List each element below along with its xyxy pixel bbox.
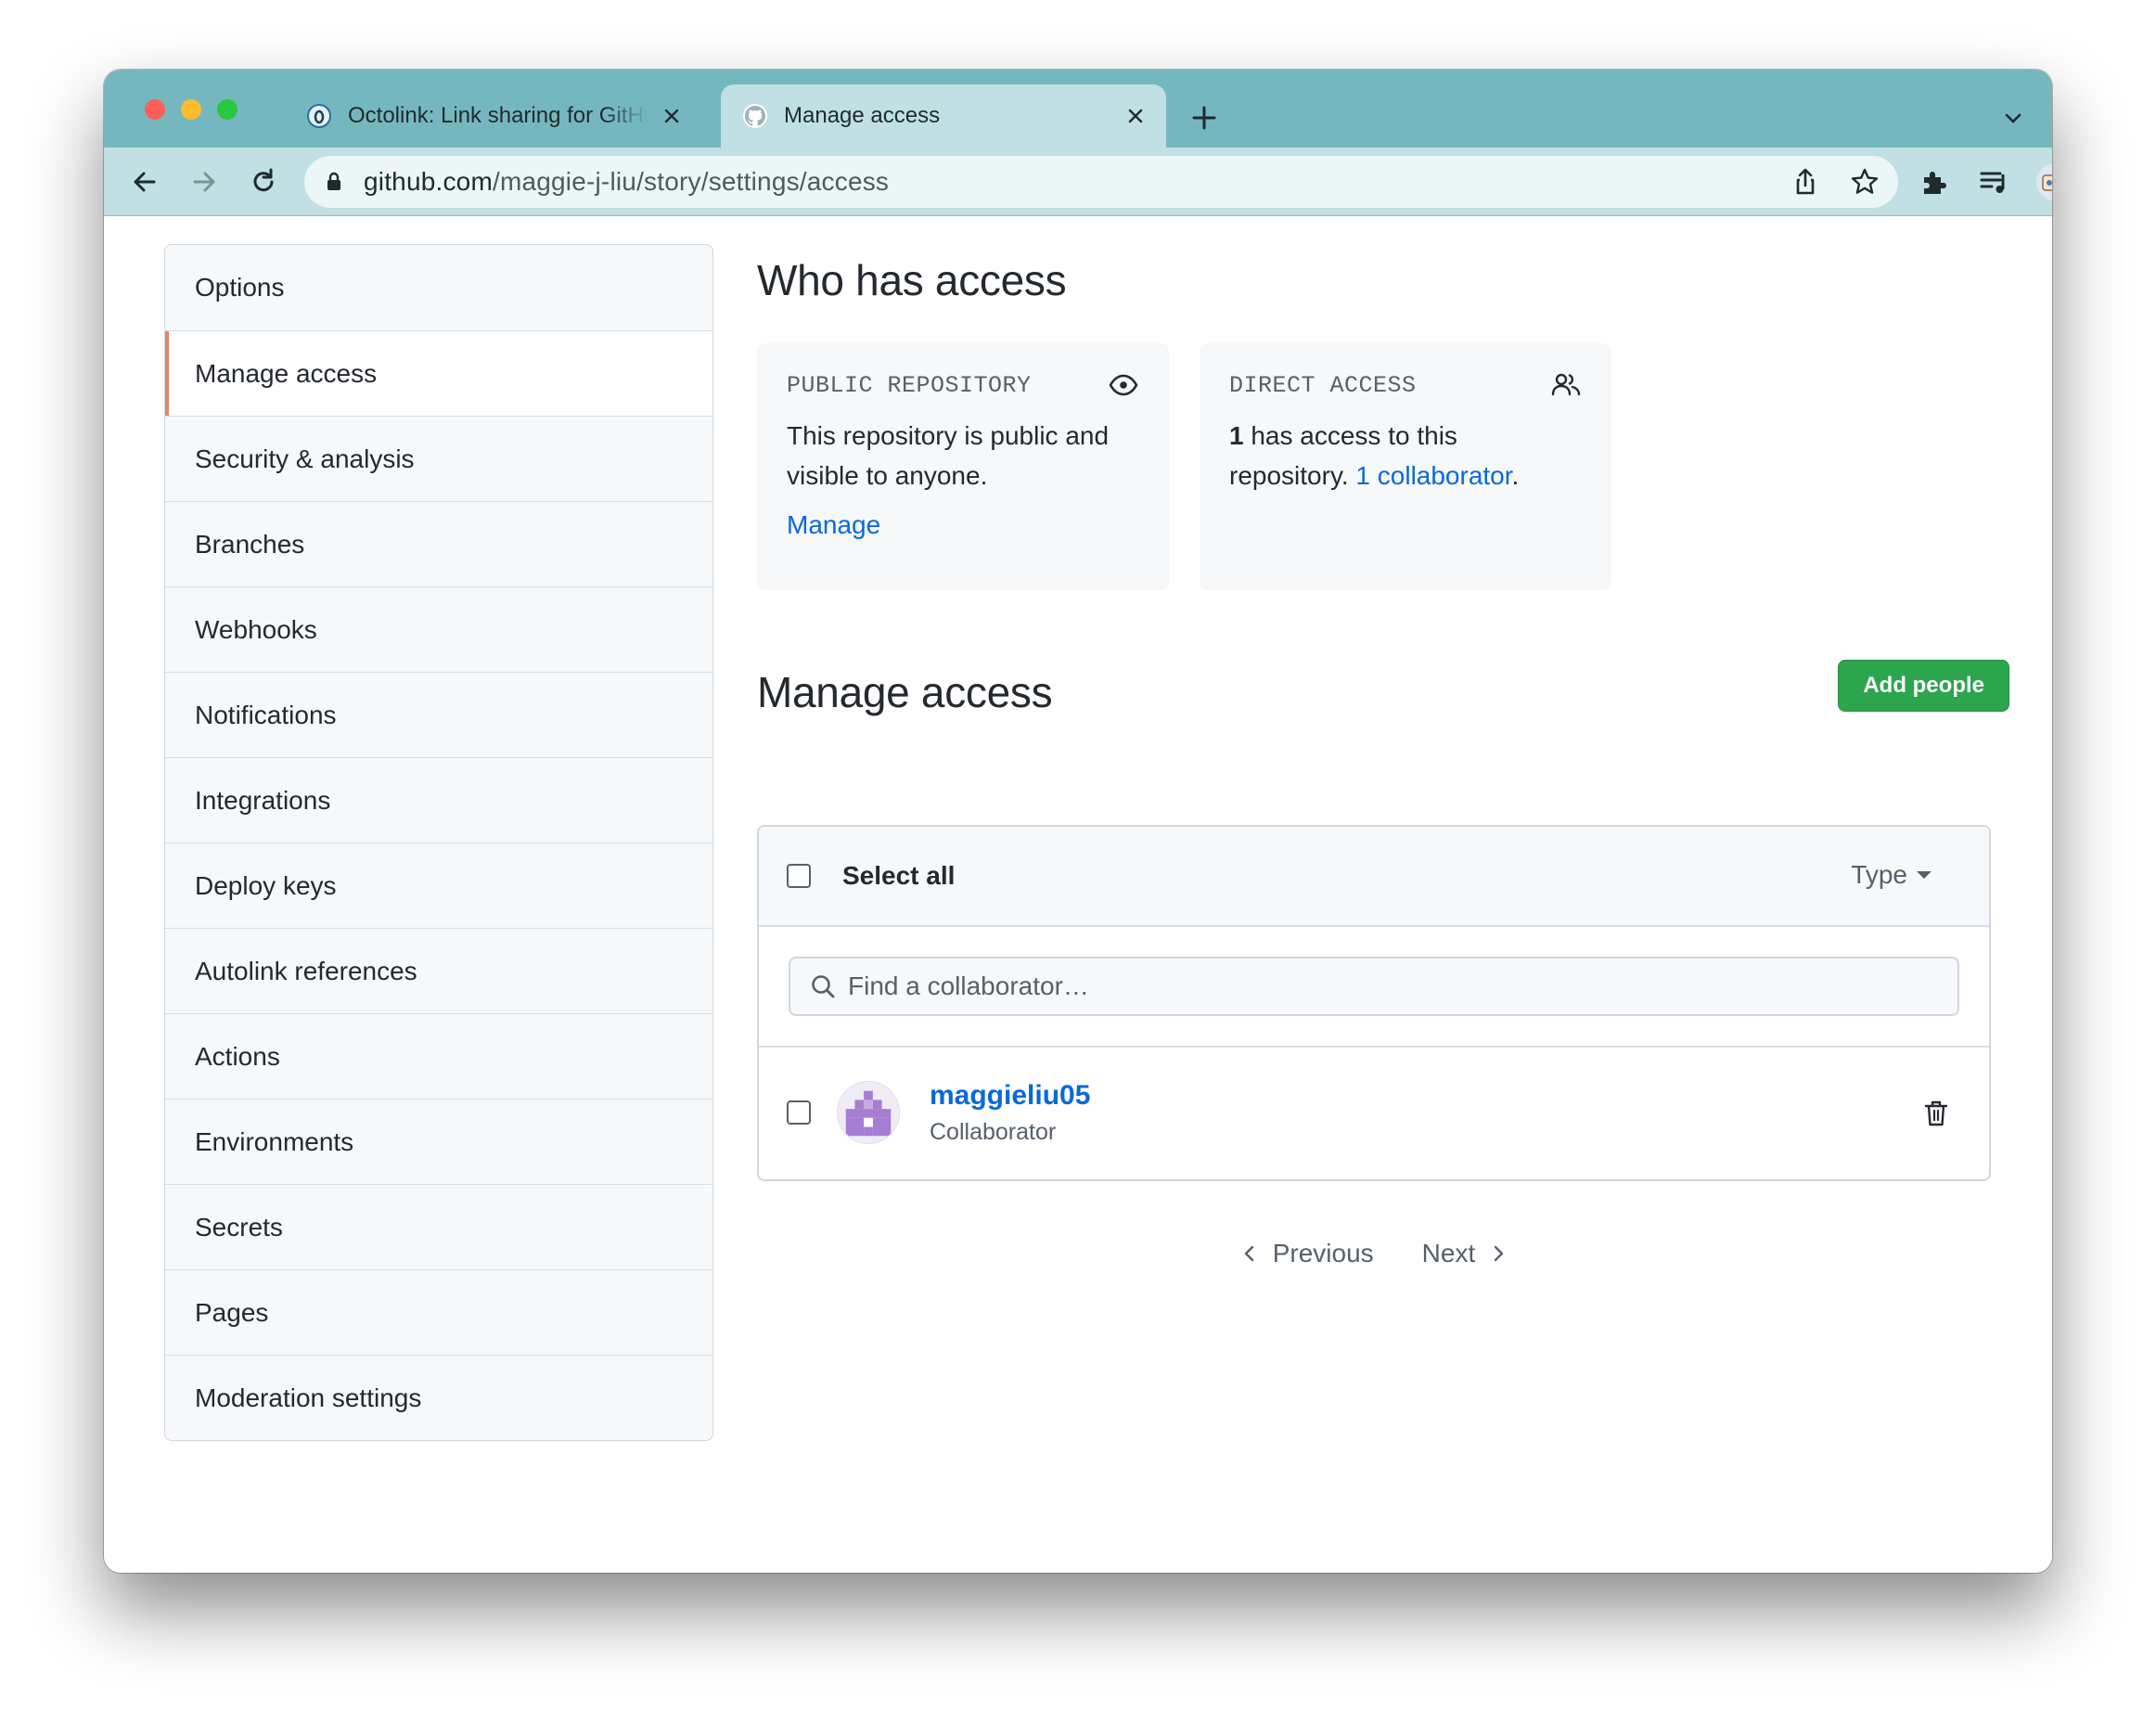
octolink-favicon-icon xyxy=(307,104,331,128)
github-favicon-icon xyxy=(743,104,767,128)
chevron-right-icon xyxy=(1495,1245,1504,1262)
sidebar-item-label: Notifications xyxy=(195,700,337,729)
collaborator-count-link[interactable]: 1 collaborator xyxy=(1355,461,1511,490)
previous-page-button[interactable]: Previous xyxy=(1239,1239,1374,1268)
tab-octolink[interactable]: Octolink: Link sharing for GitHub xyxy=(285,84,702,148)
search-box[interactable] xyxy=(789,957,1959,1016)
tab-title: Manage access xyxy=(784,103,941,128)
new-tab-icon[interactable] xyxy=(1189,103,1219,133)
card-label: DIRECT ACCESS xyxy=(1229,371,1417,399)
sidebar-item-label: Options xyxy=(195,273,285,302)
type-filter-dropdown[interactable]: Type xyxy=(1851,860,1931,890)
browser-window: Octolink: Link sharing for GitHub Manage… xyxy=(104,70,2052,1573)
sidebar-item-pages[interactable]: Pages xyxy=(165,1269,712,1355)
collaborators-box-header: Select all Type xyxy=(759,827,1989,927)
forward-arrow-icon[interactable] xyxy=(187,165,221,199)
search-icon xyxy=(812,975,835,998)
sidebar-item-webhooks[interactable]: Webhooks xyxy=(165,586,712,672)
sidebar-item-manage-access[interactable]: Manage access xyxy=(165,330,712,416)
close-tab-icon[interactable] xyxy=(1122,102,1149,130)
tab-bar: Octolink: Link sharing for GitHub Manage… xyxy=(104,70,2052,148)
sidebar-item-label: Deploy keys xyxy=(195,870,337,900)
people-icon xyxy=(1551,373,1581,396)
sidebar-item-autolink-references[interactable]: Autolink references xyxy=(165,928,712,1013)
sidebar-item-label: Autolink references xyxy=(195,956,417,985)
sidebar-item-label: Manage access xyxy=(195,358,378,388)
type-filter-label: Type xyxy=(1851,860,1907,889)
sidebar-item-actions[interactable]: Actions xyxy=(165,1013,712,1099)
select-all-checkbox[interactable] xyxy=(787,864,811,888)
tab-manage-access[interactable]: Manage access xyxy=(721,84,1166,148)
sidebar-item-label: Moderation settings xyxy=(195,1383,422,1412)
url-path: /maggie-j-liu/story/settings/access xyxy=(492,167,890,196)
bookmark-star-icon[interactable] xyxy=(1848,165,1881,199)
public-card-text: This repository is public and visible to… xyxy=(787,421,1110,490)
address-bar[interactable]: github.com/maggie-j-liu/story/settings/a… xyxy=(304,156,1898,208)
sidebar-item-notifications[interactable]: Notifications xyxy=(165,672,712,757)
sidebar-item-label: Security & analysis xyxy=(195,444,415,473)
url-text: github.com/maggie-j-liu/story/settings/a… xyxy=(364,167,889,197)
lock-icon xyxy=(327,172,340,190)
next-label: Next xyxy=(1421,1239,1476,1267)
sidebar-item-options[interactable]: Options xyxy=(165,245,712,330)
who-has-access-title: Who has access xyxy=(757,256,1067,304)
trash-icon[interactable] xyxy=(1920,1098,1952,1129)
close-window-button[interactable] xyxy=(145,99,165,120)
previous-label: Previous xyxy=(1272,1239,1374,1267)
collaborator-info: maggieliu05 Collaborator xyxy=(930,1080,1090,1146)
sidebar-item-deploy-keys[interactable]: Deploy keys xyxy=(165,843,712,928)
settings-sidebar: Options Manage access Security & analysi… xyxy=(164,244,713,1441)
avatar[interactable] xyxy=(837,1081,900,1144)
manage-visibility-link[interactable]: Manage xyxy=(787,510,880,540)
select-all-label[interactable]: Select all xyxy=(842,861,955,891)
collaborator-checkbox[interactable] xyxy=(787,1100,811,1125)
collaborator-role: Collaborator xyxy=(930,1118,1057,1145)
manage-access-title: Manage access xyxy=(757,668,1053,716)
direct-access-card: DIRECT ACCESS 1 has access to this repos… xyxy=(1200,343,1611,590)
zoom-window-button[interactable] xyxy=(217,99,237,120)
collaborator-username-link[interactable]: maggieliu05 xyxy=(930,1080,1090,1112)
sidebar-item-label: Pages xyxy=(195,1297,269,1327)
direct-access-count: 1 xyxy=(1229,421,1244,450)
sidebar-item-label: Integrations xyxy=(195,785,331,815)
next-page-button[interactable]: Next xyxy=(1422,1239,1509,1268)
direct-card-text-end: . xyxy=(1511,461,1520,490)
sidebar-item-label: Webhooks xyxy=(195,614,317,644)
sidebar-item-security-analysis[interactable]: Security & analysis xyxy=(165,416,712,501)
search-row xyxy=(759,927,1989,1048)
chevron-left-icon xyxy=(1244,1245,1253,1262)
sidebar-item-label: Actions xyxy=(195,1041,280,1071)
sidebar-item-environments[interactable]: Environments xyxy=(165,1099,712,1184)
caret-down-icon xyxy=(1917,871,1931,879)
sidebar-item-label: Environments xyxy=(195,1126,354,1156)
collaborators-box: Select all Type Find a collaborator… mag… xyxy=(757,825,1991,1181)
public-repository-card: PUBLIC REPOSITORY This repository is pub… xyxy=(757,343,1169,590)
url-domain: github.com xyxy=(364,167,493,196)
extensions-puzzle-icon[interactable] xyxy=(1918,165,1951,199)
back-arrow-icon[interactable] xyxy=(128,165,161,199)
card-label: PUBLIC REPOSITORY xyxy=(787,371,1032,399)
add-people-button[interactable]: Add people xyxy=(1838,660,2009,712)
sidebar-item-label: Branches xyxy=(195,529,305,559)
chevron-down-icon[interactable] xyxy=(2002,107,2024,129)
page-content: Options Manage access Security & analysi… xyxy=(104,216,2052,1573)
sidebar-item-label: Secrets xyxy=(195,1212,283,1241)
sidebar-item-moderation-settings[interactable]: Moderation settings xyxy=(165,1355,712,1440)
minimize-window-button[interactable] xyxy=(181,99,201,120)
collaborator-row: maggieliu05 Collaborator xyxy=(759,1048,1989,1177)
eye-icon xyxy=(1109,374,1138,396)
sidebar-item-secrets[interactable]: Secrets xyxy=(165,1184,712,1269)
media-queue-icon[interactable] xyxy=(1977,165,2010,199)
pagination: Previous Next xyxy=(757,1239,1991,1268)
reload-icon[interactable] xyxy=(247,165,280,199)
close-tab-icon[interactable] xyxy=(658,102,686,130)
profile-avatar-icon[interactable] xyxy=(2035,162,2052,201)
browser-toolbar: github.com/maggie-j-liu/story/settings/a… xyxy=(104,148,2052,216)
sidebar-item-integrations[interactable]: Integrations xyxy=(165,757,712,843)
tab-title: Octolink: Link sharing for GitHub xyxy=(348,103,648,128)
find-collaborator-input[interactable] xyxy=(848,971,1957,1001)
sidebar-item-branches[interactable]: Branches xyxy=(165,501,712,586)
direct-card-text: 1 has access to this repository. 1 colla… xyxy=(1229,416,1582,495)
share-icon[interactable] xyxy=(1789,165,1822,199)
